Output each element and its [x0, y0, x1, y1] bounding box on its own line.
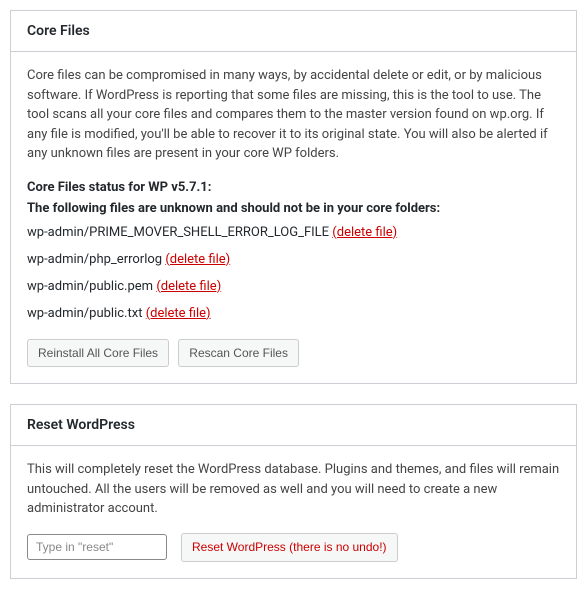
reset-wordpress-body: This will completely reset the WordPress…: [11, 446, 576, 577]
file-path: wp-admin/PRIME_MOVER_SHELL_ERROR_LOG_FIL…: [27, 225, 329, 240]
reset-wordpress-description: This will completely reset the WordPress…: [27, 460, 560, 519]
reset-wordpress-header: Reset WordPress: [11, 405, 576, 446]
core-files-header: Core Files: [11, 11, 576, 52]
core-files-status-heading: Core Files status for WP v5.7.1:: [27, 178, 560, 198]
file-item: wp-admin/php_errorlog (delete file): [27, 252, 560, 267]
file-item: wp-admin/PRIME_MOVER_SHELL_ERROR_LOG_FIL…: [27, 225, 560, 240]
rescan-core-files-button[interactable]: Rescan Core Files: [178, 339, 299, 368]
file-path: wp-admin/public.txt: [27, 306, 142, 321]
reset-controls-row: Reset WordPress (there is no undo!): [27, 533, 560, 562]
file-path: wp-admin/public.pem: [27, 279, 153, 294]
core-files-status-subheading: The following files are unknown and shou…: [27, 199, 560, 219]
file-item: wp-admin/public.pem (delete file): [27, 279, 560, 294]
unknown-files-list: wp-admin/PRIME_MOVER_SHELL_ERROR_LOG_FIL…: [27, 225, 560, 321]
delete-file-link[interactable]: (delete file): [165, 252, 230, 267]
delete-file-link[interactable]: (delete file): [156, 279, 221, 294]
reset-wordpress-button[interactable]: Reset WordPress (there is no undo!): [181, 533, 398, 562]
file-path: wp-admin/php_errorlog: [27, 252, 162, 267]
core-files-body: Core files can be compromised in many wa…: [11, 52, 576, 383]
reset-confirm-input[interactable]: [27, 534, 167, 560]
reset-wordpress-panel: Reset WordPress This will completely res…: [10, 404, 577, 578]
delete-file-link[interactable]: (delete file): [332, 225, 397, 240]
reinstall-core-files-button[interactable]: Reinstall All Core Files: [27, 339, 169, 368]
core-files-title: Core Files: [27, 23, 560, 39]
file-item: wp-admin/public.txt (delete file): [27, 306, 560, 321]
core-files-panel: Core Files Core files can be compromised…: [10, 10, 577, 384]
delete-file-link[interactable]: (delete file): [146, 306, 211, 321]
core-files-description: Core files can be compromised in many wa…: [27, 66, 560, 164]
reset-wordpress-title: Reset WordPress: [27, 417, 560, 433]
